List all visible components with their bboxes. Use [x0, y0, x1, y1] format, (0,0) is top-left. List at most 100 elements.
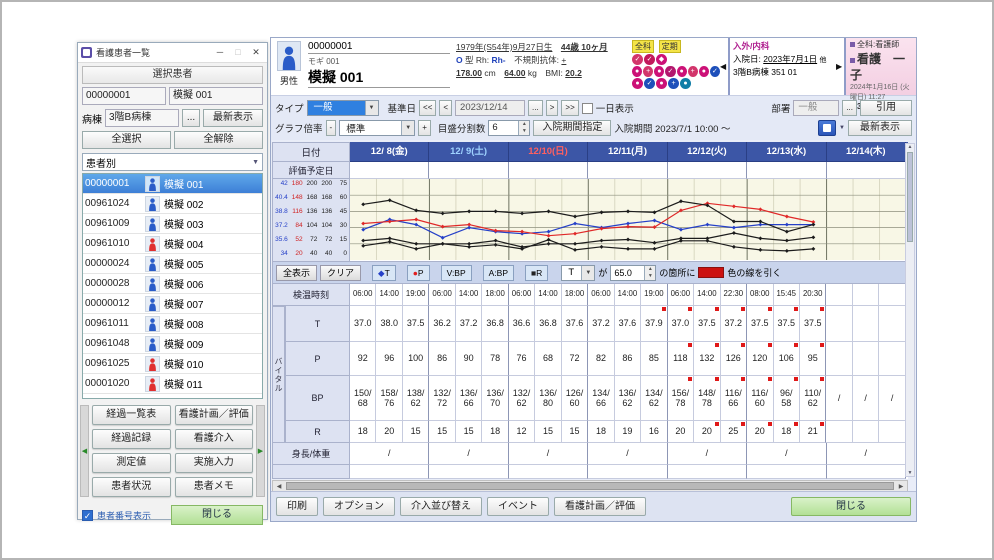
alert-badge-icon[interactable]: + [643, 66, 653, 77]
series-toggle-a-bp[interactable]: A:BP [483, 265, 514, 281]
scrollbar-thumb[interactable] [907, 152, 913, 242]
action-button[interactable]: 経過一覧表 [92, 405, 171, 425]
vital-cell[interactable]: 126 [721, 342, 747, 376]
time-cell[interactable] [879, 284, 905, 306]
height-weight-cell[interactable]: / [350, 443, 429, 465]
vital-cell[interactable]: 38.0 [376, 306, 402, 342]
scrollbar-thumb[interactable] [286, 482, 894, 490]
next-admission-icon[interactable]: ▶ [836, 62, 844, 71]
alert-badge-icon[interactable]: ● [632, 66, 642, 77]
vital-cell[interactable]: 37.2 [721, 306, 747, 342]
refresh-chart-button[interactable]: 最新表示 [848, 120, 912, 136]
eval-cell[interactable] [827, 162, 906, 179]
vital-cell[interactable]: 106 [774, 342, 800, 376]
vital-cell[interactable] [826, 306, 852, 342]
height-weight-cell[interactable]: / [588, 443, 667, 465]
vital-cell[interactable]: 37.5 [800, 306, 826, 342]
spinner-icons[interactable]: ▲▼ [644, 266, 655, 280]
vital-cell[interactable]: 18 [588, 421, 614, 443]
vital-cell[interactable]: 21 [800, 421, 826, 443]
time-cell[interactable]: 19:00 [403, 284, 429, 306]
zoom-out-button[interactable]: - [326, 120, 337, 136]
vital-cell[interactable]: 37.5 [694, 306, 720, 342]
time-cell[interactable]: 22:30 [721, 284, 747, 306]
alert-badge-icon[interactable]: ● [656, 78, 667, 89]
vital-cell[interactable]: 37.5 [774, 306, 800, 342]
patient-list-item[interactable]: 00961048模擬 009 [83, 334, 262, 354]
alert-badge-icon[interactable]: ● [699, 66, 709, 77]
series-toggle-v-bp[interactable]: V:BP [441, 265, 472, 281]
vital-cell[interactable]: 116/ 66 [721, 376, 747, 421]
zoom-select[interactable]: 標準▼ [339, 120, 415, 136]
alert-badge-icon[interactable]: ● [654, 66, 664, 77]
alert-badge-icon[interactable]: ● [680, 78, 691, 89]
eval-cell[interactable] [668, 162, 747, 179]
height-weight-cell[interactable]: / [509, 443, 588, 465]
alert-badge-icon[interactable]: ✓ [644, 54, 655, 65]
vital-cell[interactable]: 20 [694, 421, 720, 443]
clear-button[interactable]: クリア [320, 265, 361, 281]
vital-cell[interactable]: 132/ 62 [509, 376, 535, 421]
spinner-icons[interactable]: ▲▼ [518, 121, 529, 135]
vital-cell[interactable]: 15 [403, 421, 429, 443]
height-weight-cell[interactable]: / [827, 443, 906, 465]
close-window-button[interactable]: 閉じる [171, 505, 263, 525]
bottom-button[interactable]: 看護計画／評価 [554, 497, 646, 516]
vital-cell[interactable]: 15 [562, 421, 588, 443]
vital-cell[interactable]: 96 [376, 342, 402, 376]
clear-all-button[interactable]: 全解除 [174, 131, 263, 149]
scroll-right-arrow[interactable]: ▶ [256, 405, 265, 497]
alert-badge-icon[interactable]: ✓ [665, 66, 675, 77]
vital-cell[interactable]: 134/ 62 [641, 376, 667, 421]
next-week-button[interactable]: >> [561, 100, 578, 116]
alert-badge-icon[interactable]: ✓ [710, 66, 720, 77]
vital-cell[interactable] [879, 306, 905, 342]
patient-list-item[interactable]: 00001020模擬 011 [83, 374, 262, 394]
patient-list-item[interactable]: 00961025模擬 010 [83, 354, 262, 374]
time-cell[interactable]: 06:00 [429, 284, 455, 306]
vital-cell[interactable]: / [879, 376, 905, 421]
one-day-checkbox[interactable] [582, 103, 593, 114]
vital-cell[interactable]: 20 [747, 421, 773, 443]
action-button[interactable]: 実施入力 [175, 453, 254, 473]
time-cell[interactable]: 06:00 [588, 284, 614, 306]
vital-cell[interactable]: 37.5 [403, 306, 429, 342]
vital-cell[interactable]: 126/ 60 [562, 376, 588, 421]
time-cell[interactable]: 14:00 [694, 284, 720, 306]
threshold-value-stepper[interactable]: 65.0▲▼ [610, 265, 656, 281]
select-all-button[interactable]: 全選択 [82, 131, 171, 149]
vital-cell[interactable]: 16 [641, 421, 667, 443]
vital-cell[interactable]: 132/ 72 [429, 376, 455, 421]
vital-cell[interactable]: 37.5 [747, 306, 773, 342]
patient-list[interactable]: 00000001模擬 00100961024模擬 00200961009模擬 0… [82, 173, 263, 399]
time-cell[interactable]: 06:00 [350, 284, 376, 306]
alert-badge-icon[interactable]: ✓ [632, 54, 643, 65]
vital-cell[interactable]: 15 [456, 421, 482, 443]
close-panel-button[interactable]: 閉じる [791, 497, 911, 516]
period-button[interactable]: 入院期間指定 [533, 120, 611, 136]
vertical-scrollbar[interactable]: ▲ ▼ [905, 143, 915, 477]
show-all-button[interactable]: 全表示 [276, 265, 317, 281]
vital-cell[interactable]: 25 [721, 421, 747, 443]
vital-cell[interactable]: 18 [482, 421, 508, 443]
vital-cell[interactable]: 37.6 [615, 306, 641, 342]
vital-cell[interactable]: 68 [535, 342, 561, 376]
time-cell[interactable]: 18:00 [562, 284, 588, 306]
scroll-left-icon[interactable]: ◀ [273, 483, 285, 490]
alert-badge-icon[interactable]: ✓ [644, 78, 655, 89]
vital-cell[interactable]: 100 [403, 342, 429, 376]
time-cell[interactable]: 19:00 [641, 284, 667, 306]
bottom-button[interactable]: オプション [323, 497, 395, 516]
vital-cell[interactable]: 15 [535, 421, 561, 443]
vital-cell[interactable]: 86 [615, 342, 641, 376]
action-button[interactable]: 看護介入 [175, 429, 254, 449]
bottom-button[interactable]: 介入並び替え [400, 497, 482, 516]
time-cell[interactable]: 06:00 [668, 284, 694, 306]
time-cell[interactable]: 14:00 [376, 284, 402, 306]
vital-cell[interactable]: / [853, 376, 879, 421]
vital-cell[interactable]: 148/ 78 [694, 376, 720, 421]
threshold-series-select[interactable]: T▼ [561, 265, 595, 281]
scroll-down-icon[interactable]: ▼ [908, 470, 913, 476]
vital-cell[interactable]: 150/ 68 [350, 376, 376, 421]
alert-badge-icon[interactable]: ● [677, 66, 687, 77]
